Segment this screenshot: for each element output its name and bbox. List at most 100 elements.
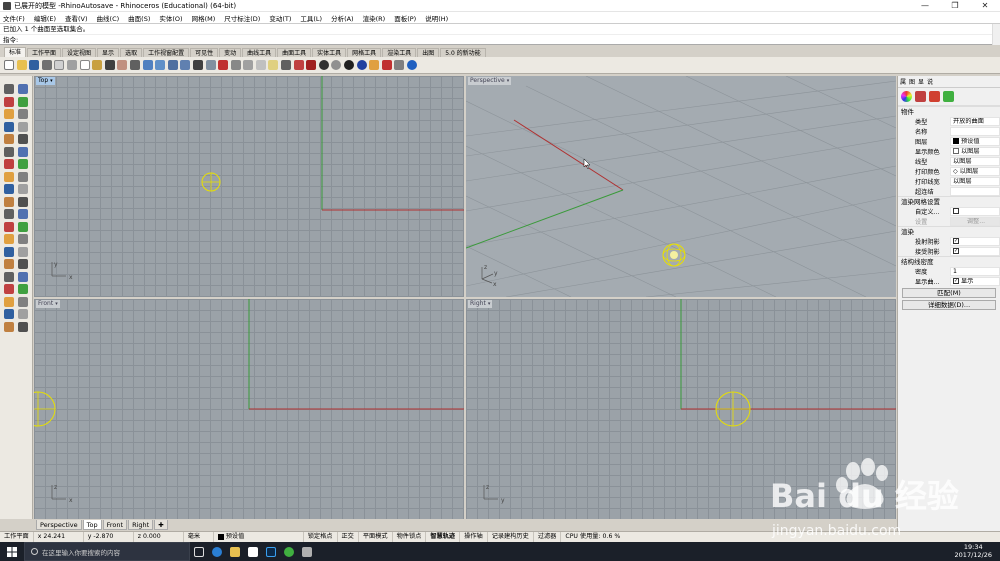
polyline-tool-icon[interactable] [4, 96, 14, 107]
layer-tool-icon[interactable] [18, 246, 28, 257]
print-icon[interactable] [41, 60, 52, 70]
ellipse-tool-icon[interactable] [4, 321, 14, 332]
zoom-icon[interactable] [142, 60, 153, 70]
freeform-tool-icon[interactable] [18, 134, 28, 144]
group-tool-icon[interactable] [4, 246, 14, 257]
menu-mesh[interactable]: 网格(M) [192, 13, 216, 23]
status-smarttrack[interactable]: 智慧轨迹 [426, 532, 461, 542]
menu-panels[interactable]: 面板(P) [394, 13, 416, 23]
status-layer[interactable]: 预设值 [214, 532, 304, 542]
taskbar-search[interactable]: 在这里输入你要搜索的内容 [24, 542, 190, 561]
prop-layer[interactable]: 图层 预设值 [898, 136, 1000, 146]
tab-display[interactable]: 显示 [97, 48, 120, 57]
loft-tool-icon[interactable] [18, 159, 28, 169]
copy-icon[interactable] [79, 60, 90, 70]
tab-mesh-tools[interactable]: 网格工具 [347, 48, 382, 57]
receive-shadows-checkbox[interactable]: ✓ [953, 248, 959, 254]
pin-icon[interactable] [381, 60, 392, 70]
custom-mesh-checkbox[interactable] [953, 208, 959, 214]
show-curves-checkbox[interactable]: ✓ [953, 278, 959, 284]
taskbar-clock[interactable]: 19:34 2017/12/26 [955, 543, 992, 559]
show-icon[interactable] [243, 60, 254, 70]
copy-tool-icon[interactable] [18, 184, 28, 194]
cplane-icon[interactable] [218, 60, 229, 70]
circle-tool-icon[interactable] [4, 109, 14, 119]
tab-curve-tools[interactable]: 曲线工具 [242, 48, 277, 57]
menu-view[interactable]: 查看(V) [65, 13, 88, 23]
maximize-button[interactable]: ❐ [940, 1, 970, 10]
rhino-taskbar-icon[interactable] [298, 542, 316, 561]
tab-select[interactable]: 选取 [120, 48, 143, 57]
curve-tool-icon[interactable] [18, 96, 28, 107]
layer-icon[interactable] [293, 60, 304, 70]
vp-tab-perspective[interactable]: Perspective [36, 520, 82, 530]
panel-tab-properties[interactable]: 属 [900, 77, 906, 86]
panel-tab-layers[interactable]: 图 [909, 77, 915, 86]
rectangle-tool-icon[interactable] [4, 121, 14, 132]
tab-drafting[interactable]: 出图 [417, 48, 440, 57]
tab-set-view[interactable]: 设定视图 [62, 48, 97, 57]
menu-tools[interactable]: 工具(L) [300, 13, 322, 23]
status-osnap[interactable]: 物件锁点 [393, 532, 427, 542]
move-tool-icon[interactable] [4, 184, 14, 194]
point-tool-icon[interactable] [18, 271, 28, 282]
box-tool-icon[interactable] [4, 146, 14, 157]
lock-icon[interactable] [255, 60, 266, 70]
boolean-tool-icon[interactable] [18, 171, 28, 182]
polygon-tool-icon[interactable] [18, 121, 28, 132]
command-scrollbar[interactable] [992, 24, 1000, 45]
dimension-tool-icon[interactable] [4, 259, 14, 269]
close-button[interactable]: ✕ [970, 1, 1000, 10]
prop-density[interactable]: 密度 1 [898, 266, 1000, 276]
command-prompt[interactable]: 指令: [0, 34, 1000, 44]
circle-tool-icon[interactable] [4, 296, 14, 307]
photoshop-icon[interactable] [262, 542, 280, 561]
join-tool-icon[interactable] [4, 221, 14, 232]
properties-icon[interactable] [306, 60, 317, 70]
menu-file[interactable]: 文件(F) [3, 13, 25, 23]
paste-icon[interactable] [92, 60, 103, 70]
match-button[interactable]: 匹配(M) [902, 288, 996, 298]
extrude-tool-icon[interactable] [4, 159, 14, 169]
store-icon[interactable] [244, 542, 262, 561]
polyline-tool-icon[interactable] [4, 284, 14, 294]
pan-hand-icon[interactable] [117, 60, 128, 70]
vp-tab-front[interactable]: Front [102, 520, 128, 530]
padlock-icon[interactable] [281, 60, 292, 70]
panel-tab-display[interactable]: 显 [918, 77, 924, 86]
zoom-window-icon[interactable] [155, 60, 166, 70]
prop-display-color[interactable]: 显示颜色 以图层 [898, 146, 1000, 156]
ellipse-tool-icon[interactable] [4, 134, 14, 144]
tab-new-in-v5[interactable]: 5.0 的新功能 [440, 48, 486, 57]
save-icon[interactable] [29, 60, 40, 70]
status-gumball[interactable]: 操作轴 [460, 532, 488, 542]
menu-curve[interactable]: 曲线(C) [97, 13, 120, 23]
undo-icon[interactable] [104, 60, 115, 70]
explode-tool-icon[interactable] [18, 221, 28, 232]
prop-linetype[interactable]: 线型 以图层 [898, 156, 1000, 166]
freeform-tool-icon[interactable] [18, 321, 28, 332]
material-sphere-icon[interactable] [356, 60, 367, 70]
tab-render-tools[interactable]: 渲染工具 [382, 48, 417, 57]
prop-hyperlink[interactable]: 超连结 [898, 186, 1000, 196]
zoom-extents-icon[interactable] [167, 60, 178, 70]
cast-shadows-checkbox[interactable]: ✓ [953, 238, 959, 244]
viewport-right[interactable]: Right ▾ z y [466, 299, 896, 519]
explorer-icon[interactable] [226, 542, 244, 561]
menu-edit[interactable]: 编辑(E) [34, 13, 56, 23]
prop-name[interactable]: 名称 [898, 126, 1000, 136]
four-viewports-icon[interactable] [205, 60, 216, 70]
prop-receive-shadows[interactable]: 接受阴影 ✓ [898, 246, 1000, 256]
tab-visibility[interactable]: 可见性 [190, 48, 219, 57]
wechat-icon[interactable] [280, 542, 298, 561]
fillet-tool-icon[interactable] [4, 171, 14, 182]
hide-icon[interactable] [230, 60, 241, 70]
prop-print-width[interactable]: 打印线宽 以图层 [898, 176, 1000, 186]
status-history[interactable]: 记录建构历史 [488, 532, 534, 542]
status-ortho[interactable]: 正交 [338, 532, 359, 542]
open-file-icon[interactable] [16, 60, 27, 70]
render-sphere-icon[interactable] [344, 60, 355, 70]
status-planar[interactable]: 平面模式 [359, 532, 393, 542]
arc-tool-icon[interactable] [18, 109, 28, 119]
tab-surface-tools[interactable]: 曲面工具 [277, 48, 312, 57]
